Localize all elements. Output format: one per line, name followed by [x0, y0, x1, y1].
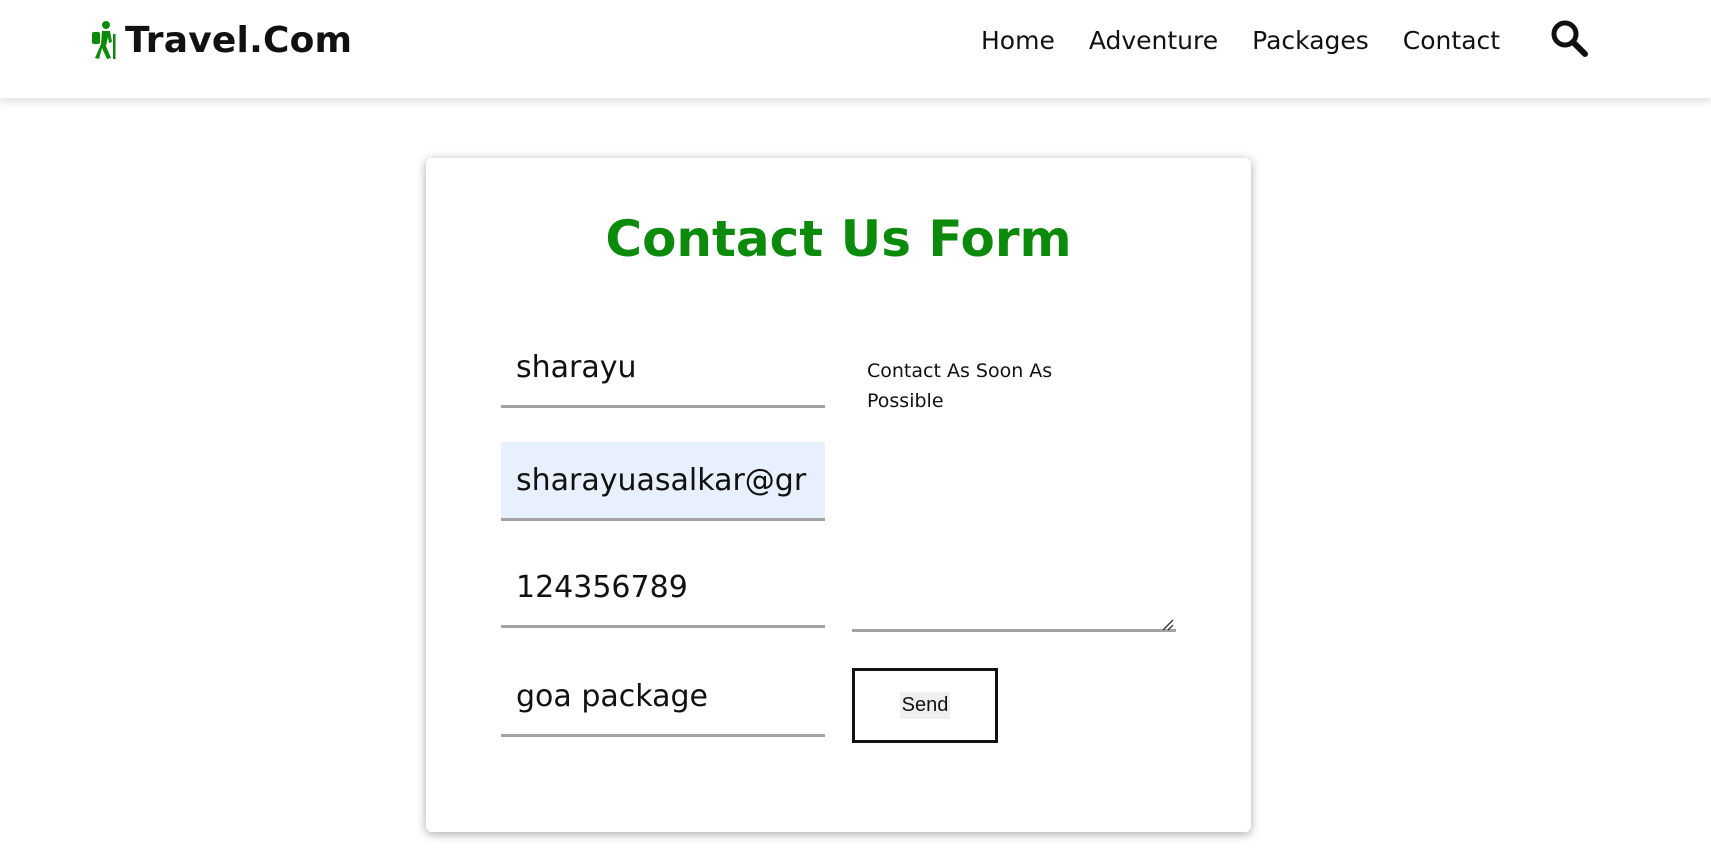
- email-field[interactable]: [501, 442, 825, 521]
- brand-logo[interactable]: Travel.Com: [89, 18, 352, 62]
- search-icon: [1549, 18, 1589, 62]
- main-nav: Home Adventure Packages Contact: [981, 22, 1500, 58]
- nav-packages[interactable]: Packages: [1252, 26, 1369, 55]
- send-button[interactable]: Send: [852, 668, 998, 743]
- brand-name: Travel.Com: [125, 19, 353, 61]
- site-header: Travel.Com Home Adventure Packages Conta…: [0, 0, 1711, 98]
- subject-field[interactable]: [501, 658, 825, 737]
- message-text: Contact As Soon As Possible: [867, 360, 1053, 412]
- nav-home[interactable]: Home: [981, 26, 1055, 55]
- resize-handle-icon[interactable]: [1161, 616, 1174, 631]
- send-label: Send: [899, 692, 951, 719]
- phone-field[interactable]: [501, 549, 825, 628]
- hiker-icon: [89, 20, 119, 60]
- nav-contact[interactable]: Contact: [1403, 26, 1500, 55]
- contact-form-card: Contact Us Form Contact As Soon As Possi…: [426, 158, 1251, 832]
- nav-adventure[interactable]: Adventure: [1089, 26, 1218, 55]
- search-button[interactable]: [1547, 18, 1591, 62]
- name-field[interactable]: [501, 329, 825, 408]
- form-title: Contact Us Form: [605, 210, 1072, 268]
